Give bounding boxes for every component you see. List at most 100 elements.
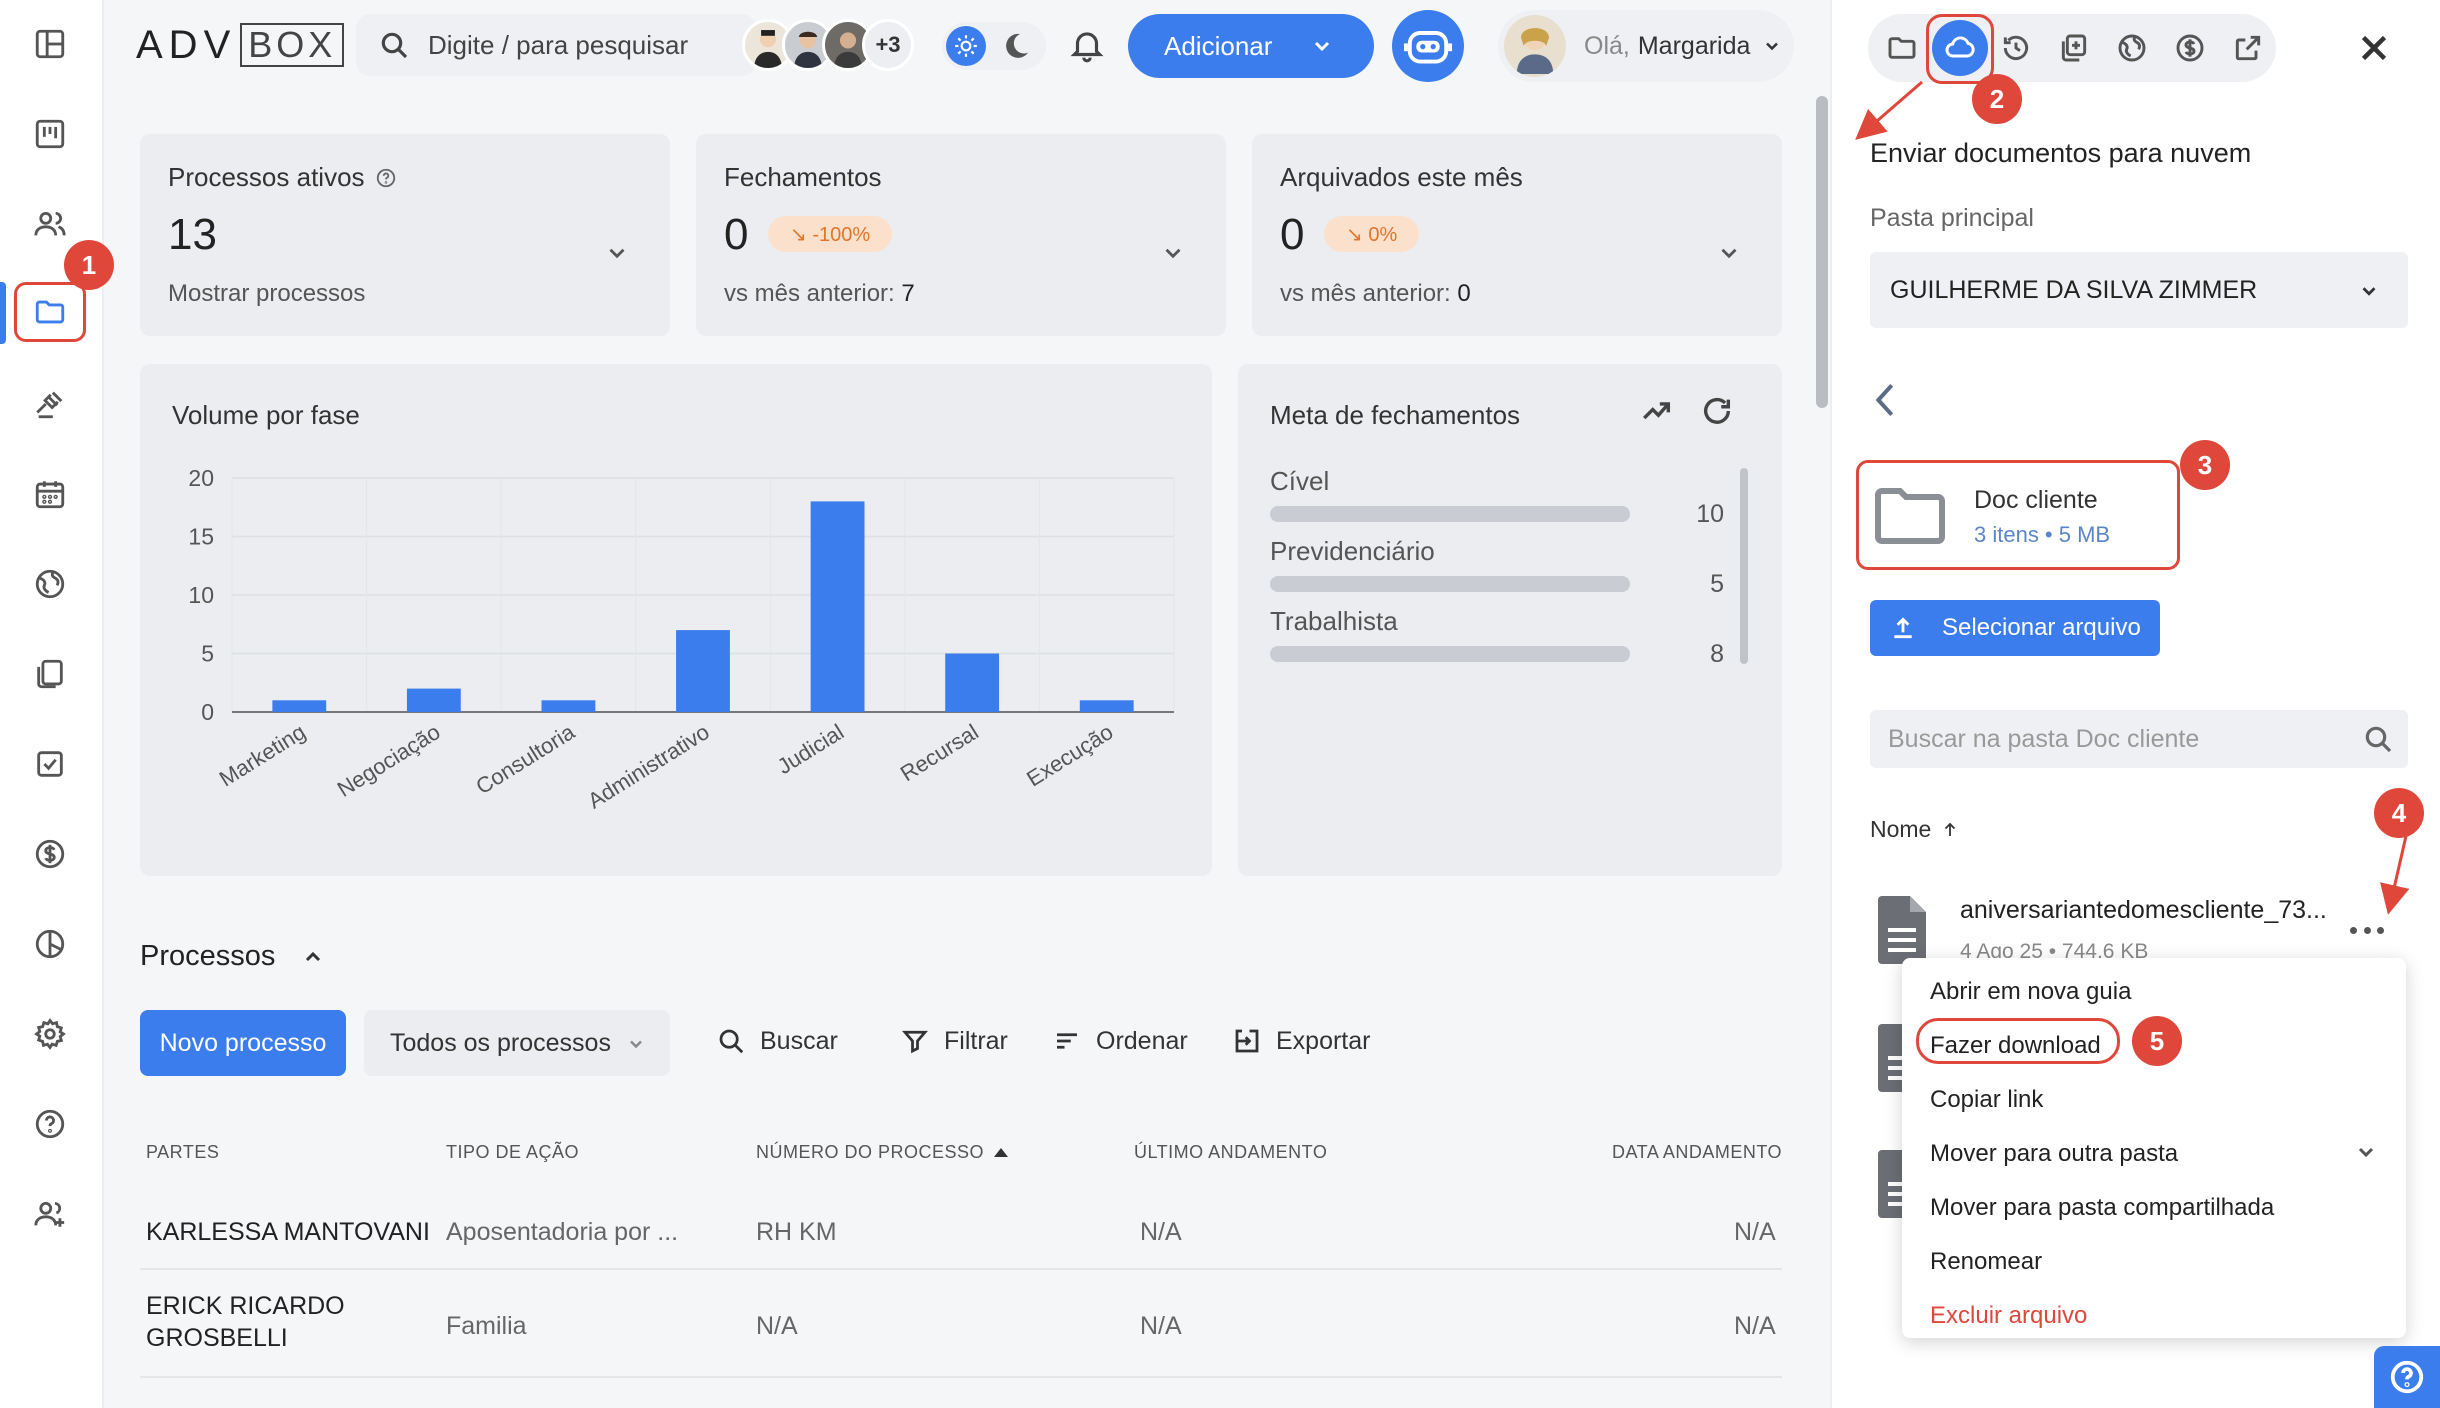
stat-title: Fechamentos xyxy=(724,162,882,193)
goal-label: Cível xyxy=(1270,466,1330,496)
processes-section-header[interactable]: Processos xyxy=(140,940,325,973)
globe-icon[interactable] xyxy=(2110,26,2154,70)
chevron-down-icon[interactable] xyxy=(1160,240,1186,266)
add-document-icon[interactable] xyxy=(2052,26,2096,70)
main-folder-select[interactable]: GUILHERME DA SILVA ZIMMER xyxy=(1870,252,2408,328)
menu-item-open-new-tab[interactable]: Abrir em nova guia xyxy=(1930,978,2131,1006)
cell-action-type: Aposentadoria por ... xyxy=(446,1218,679,1246)
nav-kanban-icon[interactable] xyxy=(22,106,78,162)
column-header-update-date[interactable]: DATA ANDAMENTO xyxy=(1612,1142,1782,1163)
new-process-button[interactable]: Novo processo xyxy=(140,1010,346,1076)
cell-parties: KARLESSA MANTOVANI xyxy=(146,1218,430,1246)
back-arrow-icon[interactable] xyxy=(1870,380,1900,420)
chevron-up-icon[interactable] xyxy=(301,945,325,969)
nav-add-user-icon[interactable] xyxy=(22,1186,78,1242)
stat-card-closings[interactable]: Fechamentos 0 ↘ -100% vs mês anterior: 7 xyxy=(696,134,1226,336)
nav-reports-icon[interactable] xyxy=(22,916,78,972)
chevron-down-icon[interactable] xyxy=(2354,1140,2378,1164)
annotation-step-badge: 5 xyxy=(2132,1016,2182,1066)
comparison-label: vs mês anterior: xyxy=(724,280,895,307)
nav-contacts-icon[interactable] xyxy=(22,196,78,252)
refresh-icon[interactable] xyxy=(1700,394,1734,428)
filter-button[interactable]: Filtrar xyxy=(900,1026,1008,1056)
search-icon xyxy=(381,32,408,59)
nav-tasks-icon[interactable] xyxy=(22,736,78,792)
file-document-icon[interactable] xyxy=(1874,894,1930,966)
stat-card-archived[interactable]: Arquivados este mês 0 ↘ 0% vs mês anteri… xyxy=(1252,134,1782,336)
x-tick-label: Execução xyxy=(1022,719,1117,791)
bar-chart: 0 5 10 15 20 Marketing Negociação Consultoria Ad… xyxy=(188,465,1175,813)
assistant-robot-icon[interactable] xyxy=(1392,10,1464,82)
filter-button-label: Filtrar xyxy=(944,1026,1008,1055)
sort-button[interactable]: Ordenar xyxy=(1052,1026,1188,1056)
stat-card-active-processes[interactable]: Processos ativos 13 Mostrar processos xyxy=(140,134,670,336)
dollar-icon[interactable] xyxy=(2168,26,2212,70)
annotation-highlight xyxy=(1916,1018,2120,1064)
bar-judicial xyxy=(810,501,865,712)
file-name[interactable]: aniversariantedomescliente_73... xyxy=(1960,896,2327,925)
select-file-button[interactable]: Selecionar arquivo xyxy=(1870,600,2160,656)
menu-item-copy-link[interactable]: Copiar link xyxy=(1930,1086,2043,1114)
moon-icon[interactable] xyxy=(1000,30,1032,62)
nav-finance-icon[interactable] xyxy=(22,826,78,882)
column-header-parties[interactable]: PARTES xyxy=(146,1142,219,1163)
bar-execução xyxy=(1079,700,1134,712)
global-search-input[interactable]: Digite / para pesquisar xyxy=(356,14,756,76)
column-header-last-update[interactable]: ÚLTIMO ANDAMENTO xyxy=(1134,1142,1327,1163)
volume-by-phase-panel: Volume por fase 0 5 10 15 20 Marketing Negocia… xyxy=(140,364,1212,876)
menu-item-delete-file[interactable]: Excluir arquivo xyxy=(1930,1302,2087,1330)
nav-globe-icon[interactable] xyxy=(22,556,78,612)
search-button[interactable]: Buscar xyxy=(716,1026,838,1056)
folder-search-input[interactable]: Buscar na pasta Doc cliente xyxy=(1870,710,2408,768)
nav-help-icon[interactable] xyxy=(22,1096,78,1152)
folder-icon[interactable] xyxy=(1880,26,1924,70)
cell-update-date: N/A xyxy=(1734,1312,1776,1340)
annotation-highlight xyxy=(1926,14,1994,84)
theme-toggle[interactable] xyxy=(942,22,1046,70)
nav-gavel-icon[interactable] xyxy=(22,376,78,432)
close-icon[interactable] xyxy=(2356,30,2392,66)
more-users-badge[interactable]: +3 xyxy=(862,19,914,71)
nav-documents-icon[interactable] xyxy=(22,646,78,702)
bar-marketing xyxy=(272,700,327,712)
nav-settings-icon[interactable] xyxy=(22,1006,78,1062)
file-context-menu: Abrir em nova guia Fazer download Copiar… xyxy=(1902,958,2406,1338)
help-circle-icon[interactable] xyxy=(375,167,397,189)
history-icon[interactable] xyxy=(1994,26,2038,70)
column-header-action-type[interactable]: TIPO DE AÇÃO xyxy=(446,1142,579,1163)
trending-up-icon[interactable] xyxy=(1640,394,1674,428)
column-header-process-number[interactable]: NÚMERO DO PROCESSO xyxy=(756,1142,1009,1163)
bell-icon[interactable] xyxy=(1068,26,1106,64)
processes-title: Processos xyxy=(140,940,276,972)
chevron-down-icon[interactable] xyxy=(604,240,630,266)
advbox-logo[interactable]: ADV BOX xyxy=(136,22,345,68)
user-menu[interactable]: Olá, Margarida xyxy=(1498,10,1794,82)
more-options-icon[interactable] xyxy=(2350,920,2384,940)
main-scrollbar[interactable] xyxy=(1816,96,1828,408)
external-link-icon[interactable] xyxy=(2226,26,2270,70)
column-header-name[interactable]: Nome xyxy=(1870,816,1959,843)
stat-value: 0 xyxy=(724,210,749,259)
sun-icon[interactable] xyxy=(946,26,986,66)
chevron-down-icon[interactable] xyxy=(1716,240,1742,266)
menu-item-rename[interactable]: Renomear xyxy=(1930,1248,2042,1276)
export-button[interactable]: Exportar xyxy=(1232,1026,1370,1056)
process-filter-select[interactable]: Todos os processos xyxy=(364,1010,670,1076)
chevron-down-icon xyxy=(2358,280,2380,302)
nav-dashboard-icon[interactable] xyxy=(22,16,78,72)
select-file-label: Selecionar arquivo xyxy=(1942,614,2141,641)
question-icon xyxy=(2390,1360,2424,1394)
bar-recursal xyxy=(945,653,1000,712)
stat-title: Arquivados este mês xyxy=(1280,162,1523,193)
nav-calendar-icon[interactable] xyxy=(22,466,78,522)
search-placeholder: Digite / para pesquisar xyxy=(428,29,689,60)
show-processes-link[interactable]: Mostrar processos xyxy=(168,280,365,308)
filter-icon xyxy=(902,1030,928,1054)
help-float-button[interactable] xyxy=(2374,1346,2440,1408)
online-users[interactable]: +3 xyxy=(742,16,914,74)
menu-item-move-shared[interactable]: Mover para pasta compartilhada xyxy=(1930,1194,2274,1222)
add-button[interactable]: Adicionar xyxy=(1128,14,1374,78)
x-tick-label: Consultoria xyxy=(471,719,579,800)
menu-item-move-folder[interactable]: Mover para outra pasta xyxy=(1930,1140,2178,1168)
goals-scrollbar[interactable] xyxy=(1740,468,1748,664)
